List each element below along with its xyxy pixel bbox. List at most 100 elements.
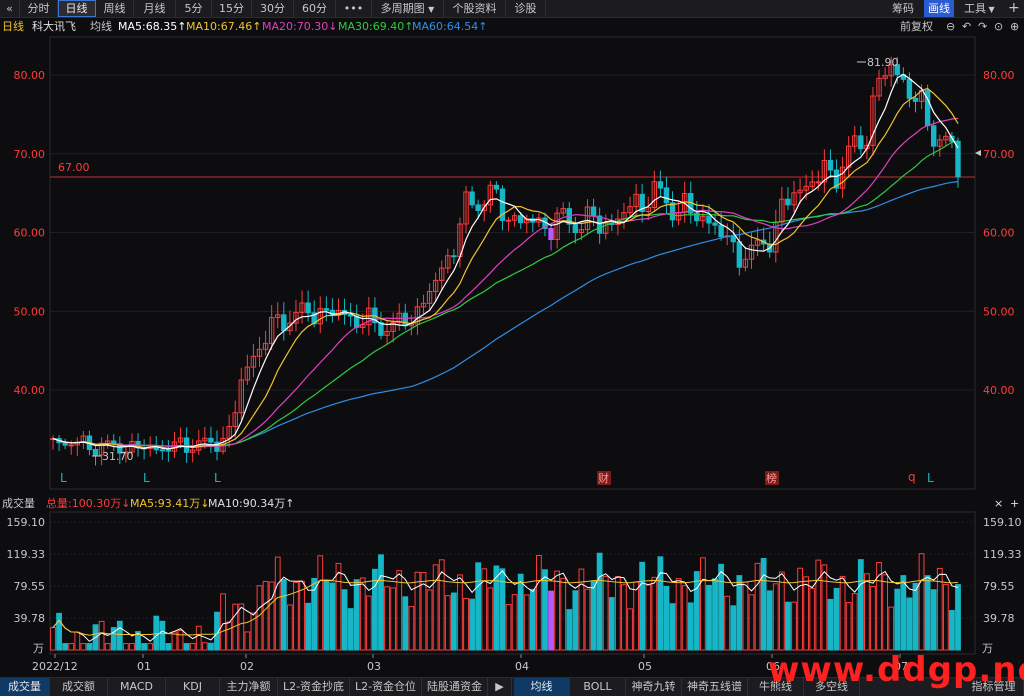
more-icon[interactable]: •••	[336, 0, 372, 17]
back-icon[interactable]: «	[0, 0, 20, 17]
marker-bang[interactable]: 榜	[766, 471, 777, 485]
tab-15min[interactable]: 15分	[212, 0, 252, 17]
volume-bar	[238, 603, 245, 651]
tab-yuexian[interactable]: 月线	[134, 0, 176, 17]
tab-nine-turn[interactable]: 神奇九转	[626, 678, 682, 696]
price-grid	[50, 74, 975, 391]
volume-bar	[584, 588, 591, 651]
redo-icon[interactable]: ↷	[978, 18, 987, 36]
volume-bar	[815, 559, 822, 651]
candle-body	[493, 184, 500, 190]
marker-l-3[interactable]: L	[214, 471, 221, 485]
volume-bar	[189, 643, 196, 651]
volume-bar	[724, 595, 731, 651]
add-icon[interactable]: +	[1010, 496, 1019, 512]
volume-title: 成交量	[2, 497, 35, 510]
volume-bar	[760, 558, 767, 651]
volume-bar	[347, 608, 354, 651]
candlesticks	[50, 56, 961, 466]
tab-l2-bottom[interactable]: L2-资金抄底	[278, 678, 350, 696]
volume-bar	[86, 643, 93, 651]
tools-dropdown[interactable]: 工具 ▼	[964, 0, 995, 17]
ma10-line	[52, 87, 959, 449]
candle-body	[712, 222, 718, 226]
volume-bar	[378, 554, 384, 651]
fuquan-dropdown[interactable]: 前复权	[900, 18, 933, 36]
volume-bar	[195, 625, 202, 651]
ma30-line	[52, 140, 959, 447]
volume-bar	[924, 575, 931, 651]
stock-profile-button[interactable]: 个股资料	[444, 0, 506, 17]
tab-5min[interactable]: 5分	[176, 0, 212, 17]
volume-bar	[633, 581, 639, 651]
volume-bar	[857, 559, 864, 651]
marker-l-1[interactable]: L	[60, 471, 67, 485]
volume-bar	[280, 578, 287, 651]
chevron-right-icon[interactable]: ▶	[488, 678, 512, 696]
tab-l2-position[interactable]: L2-资金仓位	[350, 678, 422, 696]
candle-body	[669, 202, 676, 221]
volume-bar	[821, 564, 828, 651]
volume-bar	[906, 597, 913, 651]
candle-body	[378, 322, 384, 336]
add-icon[interactable]: ⊕	[1010, 18, 1019, 36]
candle-body	[785, 198, 791, 206]
candle-body	[323, 308, 330, 311]
tab-main-net[interactable]: 主力净额	[220, 678, 278, 696]
volume-ma10: MA10:90.34万↑	[208, 497, 295, 510]
ma20-value: MA20:70.30↓	[262, 20, 338, 33]
tab-volume[interactable]: 成交量	[0, 678, 50, 696]
draw-line-button[interactable]: 画线	[924, 0, 954, 17]
volume-bar	[335, 562, 342, 651]
marker-q[interactable]: q	[908, 470, 916, 484]
marker-l-4[interactable]: L	[927, 471, 934, 485]
tab-kdj[interactable]: KDJ	[166, 678, 220, 696]
tab-fenshi[interactable]: 分时	[20, 0, 58, 17]
volume-bar	[469, 598, 475, 651]
volume-bar	[274, 556, 281, 651]
volume-bar	[299, 580, 305, 651]
ma10-value: MA10:67.46↑	[186, 20, 262, 33]
marker-cai[interactable]: 财	[598, 471, 609, 485]
volume-bar	[803, 576, 810, 651]
volume-bar	[201, 642, 208, 651]
settings-icon[interactable]: ⊙	[994, 18, 1003, 36]
kline-chart[interactable]: 80.00 70.00 60.00 50.00 40.00 80.00 70.00 60.0…	[0, 36, 1024, 677]
volume-ma5: MA5:93.41万↓	[130, 497, 210, 510]
candle-body	[906, 78, 913, 99]
marker-l-2[interactable]: L	[143, 471, 150, 485]
chips-button[interactable]: 筹码	[892, 0, 914, 17]
tab-zhouxian[interactable]: 周线	[96, 0, 134, 17]
volume-bar	[311, 577, 318, 651]
tab-five-line[interactable]: 神奇五线谱	[682, 678, 748, 696]
candle-body	[663, 187, 670, 204]
add-icon[interactable]: +	[1008, 0, 1020, 17]
volume-bar	[323, 580, 330, 651]
volume-bar	[208, 642, 214, 651]
tab-boll[interactable]: BOLL	[570, 678, 626, 696]
tab-60min[interactable]: 60分	[294, 0, 336, 17]
volume-bar	[68, 643, 75, 651]
tab-30min[interactable]: 30分	[252, 0, 294, 17]
volume-bar	[669, 603, 676, 651]
volume-bar	[463, 597, 469, 651]
volume-bar	[930, 589, 937, 651]
undo-icon[interactable]: ↶	[962, 18, 971, 36]
volume-bar	[517, 573, 524, 651]
tab-ma[interactable]: 均线	[514, 678, 570, 696]
tab-macd[interactable]: MACD	[108, 678, 166, 696]
avg-line-label[interactable]: 均线	[90, 18, 112, 36]
ma-legend: 日线 科大讯飞 均线 MA5:68.35↑ MA10:67.46↑ MA20:7…	[0, 18, 1024, 36]
zoom-out-icon[interactable]: ⊖	[946, 18, 955, 36]
tab-turnover[interactable]: 成交额	[50, 678, 108, 696]
close-icon[interactable]: ×	[994, 496, 1003, 512]
volume-bar	[742, 581, 749, 651]
diagnose-button[interactable]: 诊股	[506, 0, 546, 17]
tab-hk-connect[interactable]: 陆股通资金	[422, 678, 488, 696]
tab-rixian[interactable]: 日线	[58, 0, 96, 17]
multi-period-dropdown[interactable]: 多周期图 ▼	[372, 0, 444, 17]
volume-bar	[627, 608, 633, 651]
volume-legend: 成交量 总量:100.30万↓ MA5:93.41万↓ MA10:90.34万↑…	[0, 496, 1024, 512]
volume-bar	[651, 576, 658, 651]
volume-tick-right: 119.33	[983, 548, 1022, 561]
